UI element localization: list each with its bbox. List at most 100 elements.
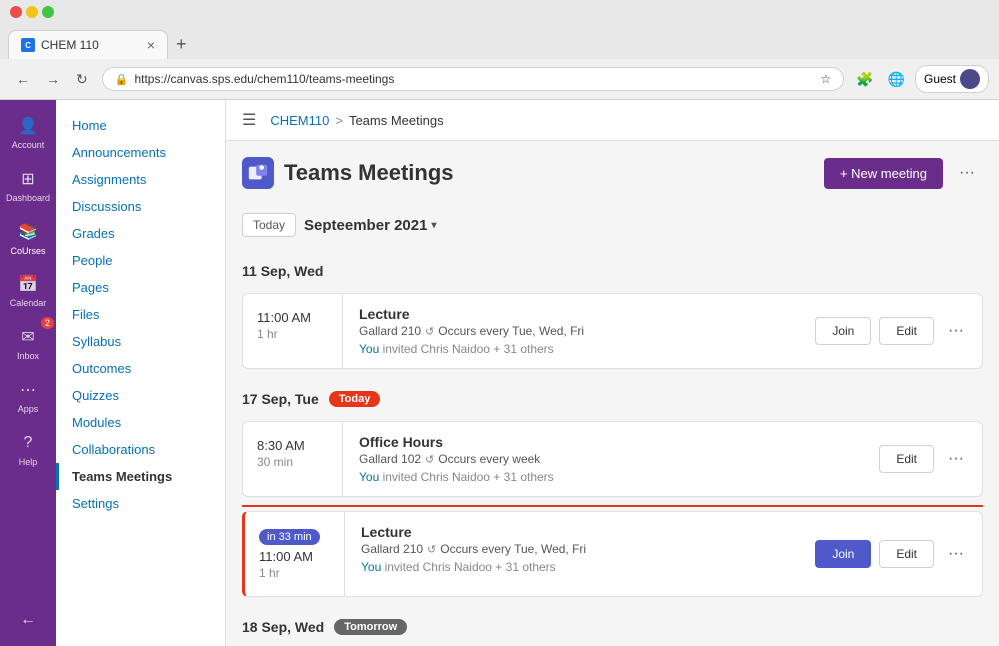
day-tag: Tomorrow [334, 619, 407, 635]
sidebar-nav: Home Announcements Assignments Discussio… [56, 112, 225, 517]
rail-collapse-button[interactable]: ← [4, 602, 52, 638]
back-button[interactable]: ← [10, 67, 36, 92]
meeting-duration: 1 hr [259, 566, 330, 580]
sidebar-item-teams-meetings[interactable]: Teams Meetings [56, 463, 225, 490]
profile-icon[interactable]: 🌐 [884, 67, 909, 92]
rail-item-inbox[interactable]: ✉ Inbox 2 [4, 319, 52, 368]
sidebar-link-people[interactable]: People [56, 247, 225, 274]
sidebar-link-announcements[interactable]: Announcements [56, 139, 225, 166]
time-column: 8:30 AM 30 min [243, 422, 343, 496]
sidebar-link-home[interactable]: Home [56, 112, 225, 139]
day-tag: Today [329, 391, 381, 407]
meeting-name: Office Hours [359, 434, 851, 450]
meeting-invitees: You invited Chris Naidoo + 31 others [359, 470, 851, 484]
sidebar-item-home[interactable]: Home [56, 112, 225, 139]
sidebar-item-assignments[interactable]: Assignments [56, 166, 225, 193]
meetings-container: 11 Sep, Wed 11:00 AM 1 hr Lecture Gallar… [242, 257, 983, 646]
meeting-time: 8:30 AM [257, 438, 328, 453]
sidebar-item-quizzes[interactable]: Quizzes [56, 382, 225, 409]
sidebar-item-outcomes[interactable]: Outcomes [56, 355, 225, 382]
rail-item-dashboard[interactable]: ⊞ Dashboard [4, 161, 52, 210]
active-tab[interactable]: C CHEM 110 × [8, 30, 168, 59]
meeting-duration: 30 min [257, 455, 328, 469]
sidebar-link-assignments[interactable]: Assignments [56, 166, 225, 193]
join-button-sep11-lecture[interactable]: Join [815, 317, 871, 345]
new-meeting-button[interactable]: + New meeting [824, 158, 943, 189]
page-more-options-button[interactable]: ··· [951, 158, 983, 188]
window-maximize-button[interactable] [42, 6, 54, 18]
guest-badge[interactable]: Guest [915, 65, 989, 93]
tab-title: CHEM 110 [41, 38, 99, 52]
sidebar-item-syllabus[interactable]: Syllabus [56, 328, 225, 355]
sidebar-link-discussions[interactable]: Discussions [56, 193, 225, 220]
nav-buttons: ← → ↻ [10, 67, 94, 92]
rail-label-courses: CoUrses [10, 246, 45, 257]
sidebar-link-teams-meetings[interactable]: Teams Meetings [59, 463, 225, 490]
tab-favicon: C [21, 38, 35, 52]
tab-close-button[interactable]: × [147, 37, 155, 53]
time-column: in 33 min 11:00 AM 1 hr [245, 512, 345, 596]
courses-icon: 📚 [16, 220, 40, 244]
page-title-row: Teams Meetings [242, 157, 454, 189]
sidebar-link-pages[interactable]: Pages [56, 274, 225, 301]
sidebar-link-collaborations[interactable]: Collaborations [56, 436, 225, 463]
time-column: 11:00 AM 1 hr [243, 294, 343, 368]
sidebar-item-files[interactable]: Files [56, 301, 225, 328]
edit-button-sep17-office[interactable]: Edit [879, 445, 934, 473]
refresh-button[interactable]: ↻ [70, 67, 94, 92]
sidebar-item-announcements[interactable]: Announcements [56, 139, 225, 166]
window-controls[interactable] [10, 6, 54, 18]
rail-item-help[interactable]: ? Help [4, 425, 52, 474]
current-time-line [242, 505, 983, 507]
sidebar-item-people[interactable]: People [56, 247, 225, 274]
rail-label-dashboard: Dashboard [6, 193, 50, 204]
sidebar-link-syllabus[interactable]: Syllabus [56, 328, 225, 355]
today-button[interactable]: Today [242, 213, 296, 237]
sidebar-item-discussions[interactable]: Discussions [56, 193, 225, 220]
recurrence-icon: ↺ [425, 325, 434, 338]
breadcrumb-course-link[interactable]: CHEM110 [270, 113, 329, 128]
sidebar-link-quizzes[interactable]: Quizzes [56, 382, 225, 409]
edit-button-sep17-lecture[interactable]: Edit [879, 540, 934, 568]
sidebar-item-modules[interactable]: Modules [56, 409, 225, 436]
sidebar-link-outcomes[interactable]: Outcomes [56, 355, 225, 382]
sidebar-link-settings[interactable]: Settings [56, 490, 225, 517]
sidebar-item-settings[interactable]: Settings [56, 490, 225, 517]
join-button-sep17-lecture[interactable]: Join [815, 540, 871, 568]
month-selector[interactable]: Septeember 2021 ▾ [304, 217, 436, 234]
meeting-duration: 1 hr [257, 327, 328, 341]
more-options-button-sep17-lecture[interactable]: ··· [942, 541, 970, 567]
bookmark-icon[interactable]: ☆ [820, 72, 831, 86]
hamburger-menu[interactable]: ☰ [242, 110, 256, 130]
invitees-you: You [359, 342, 379, 356]
sidebar-link-grades[interactable]: Grades [56, 220, 225, 247]
more-options-button-sep11-lecture[interactable]: ··· [942, 318, 970, 344]
meeting-card-sep11-lecture: 11:00 AM 1 hr Lecture Gallard 210 ↺ Occu… [242, 293, 983, 369]
forward-button[interactable]: → [40, 67, 66, 92]
day-date-label: 18 Sep, Wed [242, 619, 324, 635]
sidebar-item-pages[interactable]: Pages [56, 274, 225, 301]
window-minimize-button[interactable] [26, 6, 38, 18]
window-close-button[interactable] [10, 6, 22, 18]
extensions-button[interactable]: 🧩 [852, 67, 877, 92]
sidebar-item-collaborations[interactable]: Collaborations [56, 436, 225, 463]
more-options-button-sep17-office[interactable]: ··· [942, 446, 970, 472]
meeting-card-sep17-lecture: in 33 min 11:00 AM 1 hr Lecture Gallard … [242, 511, 983, 597]
edit-button-sep11-lecture[interactable]: Edit [879, 317, 934, 345]
meeting-name: Lecture [361, 524, 787, 540]
rail-item-apps[interactable]: ⋯ Apps [4, 372, 52, 421]
sidebar-link-modules[interactable]: Modules [56, 409, 225, 436]
meeting-invitees: You invited Chris Naidoo + 31 others [361, 560, 787, 574]
sidebar-item-grades[interactable]: Grades [56, 220, 225, 247]
invitees-you: You [359, 470, 379, 484]
browser-actions: 🧩 🌐 Guest [852, 65, 989, 93]
new-tab-button[interactable]: + [168, 30, 195, 59]
rail-item-calendar[interactable]: 📅 Calendar [4, 266, 52, 315]
sidebar-link-files[interactable]: Files [56, 301, 225, 328]
rail-item-courses[interactable]: 📚 CoUrses [4, 214, 52, 263]
rail-item-account[interactable]: 👤 Account [4, 108, 52, 157]
content-area: Teams Meetings + New meeting ··· Today S… [226, 141, 999, 646]
chevron-down-icon: ▾ [431, 220, 436, 231]
url-bar[interactable]: 🔒 https://canvas.sps.edu/chem110/teams-m… [102, 67, 844, 91]
meeting-invitees: You invited Chris Naidoo + 31 others [359, 342, 787, 356]
